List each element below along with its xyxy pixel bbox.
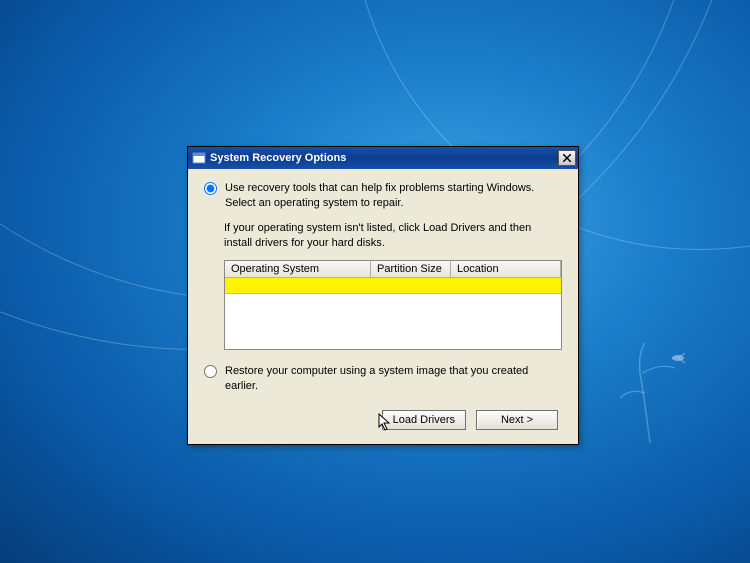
option-restore-image-label: Restore your computer using a system ima… bbox=[225, 364, 562, 394]
radio-restore-image[interactable] bbox=[204, 365, 217, 378]
window-title: System Recovery Options bbox=[210, 152, 558, 164]
titlebar[interactable]: System Recovery Options bbox=[188, 147, 578, 169]
radio-repair-tools[interactable] bbox=[204, 182, 217, 195]
load-drivers-button[interactable]: Load Drivers bbox=[382, 410, 466, 430]
option-restore-image[interactable]: Restore your computer using a system ima… bbox=[204, 364, 562, 394]
col-location[interactable]: Location bbox=[451, 261, 561, 277]
close-button[interactable] bbox=[558, 150, 576, 166]
next-button[interactable]: Next > bbox=[476, 410, 558, 430]
col-partition-size[interactable]: Partition Size bbox=[371, 261, 451, 277]
background-plant bbox=[590, 303, 710, 443]
os-table[interactable]: Operating System Partition Size Location bbox=[224, 260, 562, 350]
option-repair-tools[interactable]: Use recovery tools that can help fix pro… bbox=[204, 181, 562, 211]
option-repair-tools-label: Use recovery tools that can help fix pro… bbox=[225, 181, 562, 211]
table-row[interactable] bbox=[225, 278, 561, 294]
col-operating-system[interactable]: Operating System bbox=[225, 261, 371, 277]
system-recovery-dialog: System Recovery Options Use recovery too… bbox=[187, 146, 579, 445]
system-icon bbox=[192, 151, 206, 165]
table-header: Operating System Partition Size Location bbox=[225, 261, 561, 278]
load-drivers-hint: If your operating system isn't listed, c… bbox=[224, 221, 562, 251]
